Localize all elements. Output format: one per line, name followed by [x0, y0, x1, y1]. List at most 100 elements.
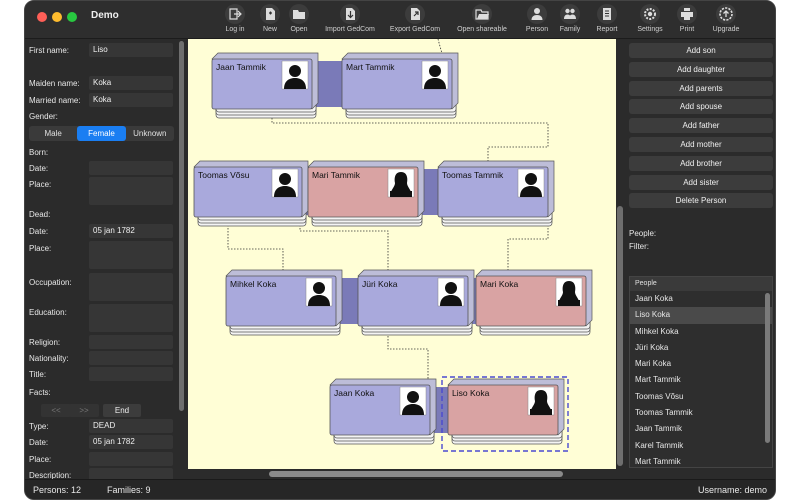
- male-silhouette-icon: [313, 282, 325, 294]
- first-name-field[interactable]: Liso: [89, 43, 173, 57]
- report-icon: [597, 4, 617, 24]
- upgrade-button[interactable]: Upgrade: [698, 4, 754, 38]
- add-daughter-button[interactable]: Add daughter: [629, 61, 773, 77]
- male-silhouette-icon: [407, 391, 419, 403]
- people-list-scrollbar[interactable]: [765, 293, 770, 443]
- open-button[interactable]: Open: [271, 4, 327, 38]
- married-name-field[interactable]: Koka: [89, 93, 173, 107]
- open-shareable-button[interactable]: Open shareable: [454, 4, 510, 38]
- male-silhouette-icon: [289, 65, 301, 77]
- maximize-window-button[interactable]: [67, 12, 77, 22]
- people-list-item[interactable]: Jaan Tammik: [630, 421, 772, 437]
- male-silhouette-icon: [445, 282, 457, 294]
- people-list-item[interactable]: Karel Tammik: [630, 438, 772, 454]
- occupation-field[interactable]: [89, 273, 173, 301]
- gender-label: Gender:: [29, 112, 58, 121]
- canvas-horizontal-scrollbar[interactable]: [269, 471, 563, 477]
- facts-end-button[interactable]: End: [103, 404, 141, 417]
- people-list-item[interactable]: Mihkel Koka: [630, 324, 772, 340]
- export-gedcom-label: Export GedCom: [389, 26, 441, 33]
- descent-connector: [271, 115, 549, 161]
- fact-place-field[interactable]: [89, 452, 173, 466]
- username-status: Username: demo: [698, 485, 768, 495]
- dead-place-field[interactable]: [89, 241, 173, 269]
- add-father-button[interactable]: Add father: [629, 118, 773, 134]
- people-list-item[interactable]: Jüri Koka: [630, 340, 772, 356]
- persons-count: Persons: 12: [33, 485, 82, 495]
- status-bar: Persons: 12 Families: 9 Username: demo: [25, 479, 775, 499]
- education-field[interactable]: [89, 304, 173, 332]
- dead-date-field[interactable]: 05 jan 1782: [89, 224, 173, 238]
- descent-connector: [299, 225, 389, 270]
- add-spouse-button[interactable]: Add spouse: [629, 99, 773, 115]
- title-field[interactable]: [89, 367, 173, 381]
- title-field-label: Title:: [29, 370, 47, 379]
- born-date-field[interactable]: [89, 161, 173, 175]
- import-icon: [340, 4, 360, 24]
- fact-description-label: Description:: [29, 471, 72, 479]
- add-brother-button[interactable]: Add brother: [629, 155, 773, 171]
- people-list-item[interactable]: Mart Tammik: [630, 454, 772, 467]
- person-card-name: Jüri Koka: [362, 279, 398, 289]
- gender-female-option[interactable]: Female: [77, 126, 126, 141]
- education-label: Education:: [29, 308, 67, 317]
- people-list-item[interactable]: Jaan Koka: [630, 291, 772, 307]
- add-mother-button[interactable]: Add mother: [629, 137, 773, 152]
- printer-icon: [677, 4, 697, 24]
- people-list-item[interactable]: Toomas Tammik: [630, 405, 772, 421]
- people-list-item[interactable]: Liso Koka: [630, 307, 772, 324]
- families-count: Families: 9: [107, 485, 151, 495]
- person-card-name: Mari Tammik: [312, 170, 361, 180]
- open-shareable-label: Open shareable: [457, 26, 507, 33]
- people-list-item[interactable]: Mari Koka: [630, 356, 772, 372]
- female-silhouette-shoulders: [530, 409, 552, 415]
- person-card-name: Toomas Tammik: [442, 170, 504, 180]
- family-tree-diagram[interactable]: Jaan Tammik Mart Tammik Toomas Võsu Mari Ta…: [188, 39, 616, 469]
- maiden-name-field[interactable]: Koka: [89, 76, 173, 90]
- person-card-name: Mari Koka: [480, 279, 519, 289]
- minimize-window-button[interactable]: [52, 12, 62, 22]
- people-list-item[interactable]: Toomas Võsu: [630, 389, 772, 405]
- person-card-name: Jaan Koka: [334, 388, 374, 398]
- gender-unknown-option[interactable]: Unknown: [126, 126, 174, 141]
- born-place-field[interactable]: [89, 177, 173, 205]
- male-silhouette-icon: [429, 65, 441, 77]
- dead-place-label: Place:: [29, 244, 52, 253]
- actions-panel: Add son Add daughter Add parents Add spouse…: [625, 39, 775, 479]
- fact-description-field[interactable]: [89, 468, 173, 479]
- open-folder-icon: [472, 4, 492, 24]
- gender-male-option[interactable]: Male: [29, 126, 77, 141]
- add-son-button[interactable]: Add son: [629, 43, 773, 58]
- left-panel-scrollbar[interactable]: [179, 41, 184, 411]
- filter-label: Filter:: [629, 242, 649, 251]
- person-card-name: Mihkel Koka: [230, 279, 277, 289]
- born-section-label: Born:: [29, 148, 49, 157]
- religion-field[interactable]: [89, 335, 173, 349]
- facts-previous-button[interactable]: >>: [69, 404, 99, 417]
- facts-first-button[interactable]: <<: [41, 404, 71, 417]
- delete-person-button[interactable]: Delete Person: [629, 193, 773, 209]
- nationality-field[interactable]: [89, 351, 173, 365]
- descent-connector: [507, 225, 549, 270]
- dead-date-label: Date:: [29, 227, 49, 236]
- close-window-button[interactable]: [37, 12, 47, 22]
- upgrade-label: Upgrade: [712, 26, 740, 33]
- title-bar: Demo Log in New Open Import GedCom Export Ge…: [25, 1, 775, 39]
- dead-section-label: Dead:: [29, 210, 51, 219]
- upgrade-icon: [716, 4, 736, 24]
- born-place-label: Place:: [29, 180, 52, 189]
- export-gedcom-button[interactable]: Export GedCom: [387, 4, 443, 38]
- add-parents-button[interactable]: Add parents: [629, 80, 773, 96]
- family-tree-canvas[interactable]: Jaan Tammik Mart Tammik Toomas Võsu Mari Ta…: [188, 39, 616, 469]
- female-silhouette-shoulders: [558, 300, 580, 306]
- people-list-item[interactable]: Mart Tammik: [630, 372, 772, 388]
- nationality-label: Nationality:: [29, 354, 69, 363]
- add-sister-button[interactable]: Add sister: [629, 174, 773, 190]
- import-gedcom-button[interactable]: Import GedCom: [322, 4, 378, 38]
- descent-connector: [387, 333, 429, 379]
- fact-date-field[interactable]: 05 jan 1782: [89, 435, 173, 449]
- occupation-label: Occupation:: [29, 278, 72, 287]
- people-list-header[interactable]: People: [630, 277, 772, 291]
- right-panel-scrollbar[interactable]: [617, 206, 623, 466]
- fact-type-field[interactable]: DEAD: [89, 419, 173, 433]
